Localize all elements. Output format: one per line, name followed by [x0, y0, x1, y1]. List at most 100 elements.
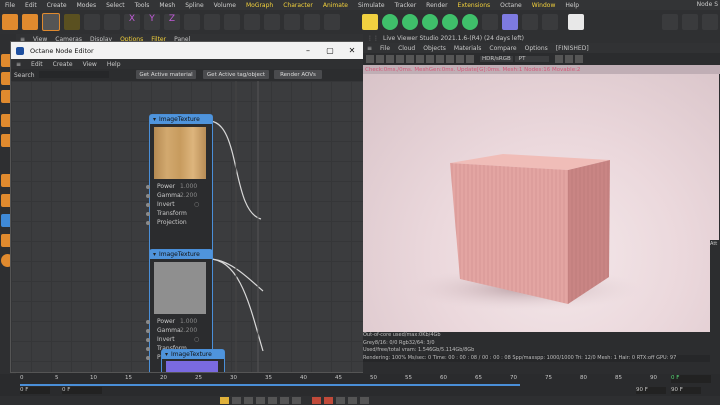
interactive-icon[interactable]: [324, 14, 340, 30]
undo-icon[interactable]: [2, 14, 18, 30]
kernel-select[interactable]: PT: [514, 56, 549, 62]
next-key-icon[interactable]: [280, 397, 289, 404]
deformer-icon[interactable]: [442, 14, 458, 30]
menu-octane[interactable]: Octane: [495, 2, 527, 9]
key-scale-icon[interactable]: [360, 397, 369, 404]
menu-volume[interactable]: Volume: [209, 2, 241, 9]
node-2-param-gamma[interactable]: Gamma 2.200: [146, 326, 212, 335]
redo-icon[interactable]: [22, 14, 38, 30]
close-button[interactable]: ✕: [341, 46, 363, 55]
hamburger-icon[interactable]: ≡: [363, 45, 376, 52]
go-end-icon[interactable]: [292, 397, 301, 404]
timeline-range-bar[interactable]: [20, 384, 520, 386]
menu-spline[interactable]: Spline: [180, 2, 208, 9]
menu-help[interactable]: Help: [102, 61, 126, 68]
render-region-icon[interactable]: [204, 14, 220, 30]
menu-create[interactable]: Create: [42, 2, 72, 9]
get-active-material-button[interactable]: Get Active material: [136, 70, 196, 79]
stop-icon[interactable]: [396, 55, 404, 63]
clay-icon[interactable]: [466, 55, 474, 63]
menu-animate[interactable]: Animate: [318, 2, 353, 9]
scale-icon[interactable]: [84, 14, 100, 30]
select-icon[interactable]: [42, 13, 60, 31]
key-pos-icon[interactable]: [336, 397, 345, 404]
menu-character[interactable]: Character: [278, 2, 318, 9]
timeline[interactable]: 0 5 10 15 20 25 30 35 40 45 50 55 60 65 70 75 80 85 90 0 F…: [16, 374, 720, 396]
node-1-output-port[interactable]: [207, 117, 212, 122]
menu-edit[interactable]: Edit: [20, 2, 42, 9]
lv-menu-materials[interactable]: Materials: [450, 45, 486, 52]
menu-edit[interactable]: Edit: [26, 61, 48, 68]
restart-icon[interactable]: [376, 55, 384, 63]
workplane-icon[interactable]: [682, 14, 698, 30]
menu-mograph[interactable]: MoGraph: [241, 2, 278, 9]
minimize-button[interactable]: –: [297, 46, 319, 55]
node-2-param-invert[interactable]: Invert ○: [146, 335, 212, 344]
collapse-icon[interactable]: ▾: [153, 251, 156, 258]
render-icon[interactable]: [264, 14, 280, 30]
menu-simulate[interactable]: Simulate: [353, 2, 390, 9]
node-1-param-invert[interactable]: Invert ○: [146, 200, 212, 209]
node-3-header[interactable]: ▾ ImageTexture: [162, 350, 224, 359]
lock-icon[interactable]: [416, 55, 424, 63]
timeline-ruler[interactable]: 0 5 10 15 20 25 30 35 40 45 50 55 60 65 70 75 80 85 90: [20, 375, 670, 383]
node-1-param-gamma[interactable]: Gamma 2.200: [146, 191, 212, 200]
channel-icon[interactable]: [456, 55, 464, 63]
cube-primitive-icon[interactable]: [362, 14, 378, 30]
next-frame-icon[interactable]: [268, 397, 277, 404]
x-axis-icon[interactable]: X: [124, 14, 140, 30]
spline-icon[interactable]: [382, 14, 398, 30]
settings-icon[interactable]: [554, 55, 563, 63]
camera-lv-icon[interactable]: [564, 55, 573, 63]
layers-icon[interactable]: [574, 55, 583, 63]
menu-select[interactable]: Select: [101, 2, 130, 9]
lv-menu-compare[interactable]: Compare: [485, 45, 520, 52]
pause-icon[interactable]: [386, 55, 394, 63]
grid-icon[interactable]: [702, 14, 718, 30]
max-frame-field[interactable]: 90 F: [636, 387, 666, 394]
scene-icon[interactable]: [482, 14, 498, 30]
cloner-icon[interactable]: [422, 14, 438, 30]
grip-icon[interactable]: ⋮⋮: [367, 35, 379, 42]
snap-icon[interactable]: [662, 14, 678, 30]
focus-picker-icon[interactable]: [426, 55, 434, 63]
play-icon[interactable]: [256, 397, 265, 404]
maximize-button[interactable]: ▢: [319, 46, 341, 55]
autokey-icon[interactable]: [324, 397, 333, 404]
node-1-param-transform[interactable]: Transform: [146, 209, 212, 218]
image-texture-node-3[interactable]: ▾ ImageTexture: [161, 349, 225, 372]
key-rot-icon[interactable]: [348, 397, 357, 404]
get-active-tag-object-button[interactable]: Get Active tag/object: [203, 70, 269, 79]
colorspace-select[interactable]: HDR/sRGB: [480, 56, 513, 62]
collapse-icon[interactable]: ▾: [165, 351, 168, 358]
record-icon[interactable]: [312, 397, 321, 404]
menu-window[interactable]: Window: [527, 2, 561, 9]
z-axis-icon[interactable]: Z: [164, 14, 180, 30]
node-1-header[interactable]: ▾ ImageTexture: [150, 115, 212, 124]
render-view-icon[interactable]: [224, 14, 240, 30]
sun-icon[interactable]: [568, 14, 584, 30]
menu-extensions[interactable]: Extensions: [453, 2, 496, 9]
y-axis-icon[interactable]: Y: [144, 14, 160, 30]
image-texture-node-1[interactable]: ▾ ImageTexture Power 1.000 Gamma 2.200 Inv…: [146, 114, 213, 257]
node-2-header[interactable]: ▾ ImageTexture: [150, 250, 212, 259]
start-frame-field[interactable]: 0 F: [20, 387, 50, 394]
prev-key-icon[interactable]: [232, 397, 241, 404]
render-settings-icon[interactable]: [244, 14, 260, 30]
region-icon[interactable]: [406, 55, 414, 63]
current-frame-field[interactable]: 0 F: [671, 375, 711, 383]
material-picker-icon[interactable]: [436, 55, 444, 63]
tag-icon[interactable]: [542, 14, 558, 30]
move-icon[interactable]: [64, 14, 80, 30]
menu-render[interactable]: Render: [421, 2, 452, 9]
node-canvas[interactable]: ▾ ImageTexture Power 1.000 Gamma 2.200 Inv…: [11, 81, 363, 372]
render-aovs-button[interactable]: Render AOVs: [274, 70, 322, 79]
lv-menu-objects[interactable]: Objects: [419, 45, 450, 52]
node-2-output-port[interactable]: [207, 252, 212, 257]
picture-viewer-icon[interactable]: [284, 14, 300, 30]
menu-create[interactable]: Create: [48, 61, 78, 68]
end-frame-field[interactable]: 90 F: [671, 387, 701, 394]
node-2-param-power[interactable]: Power 1.000: [146, 317, 212, 326]
render-view[interactable]: [363, 74, 719, 332]
menu-modes[interactable]: Modes: [72, 2, 101, 9]
